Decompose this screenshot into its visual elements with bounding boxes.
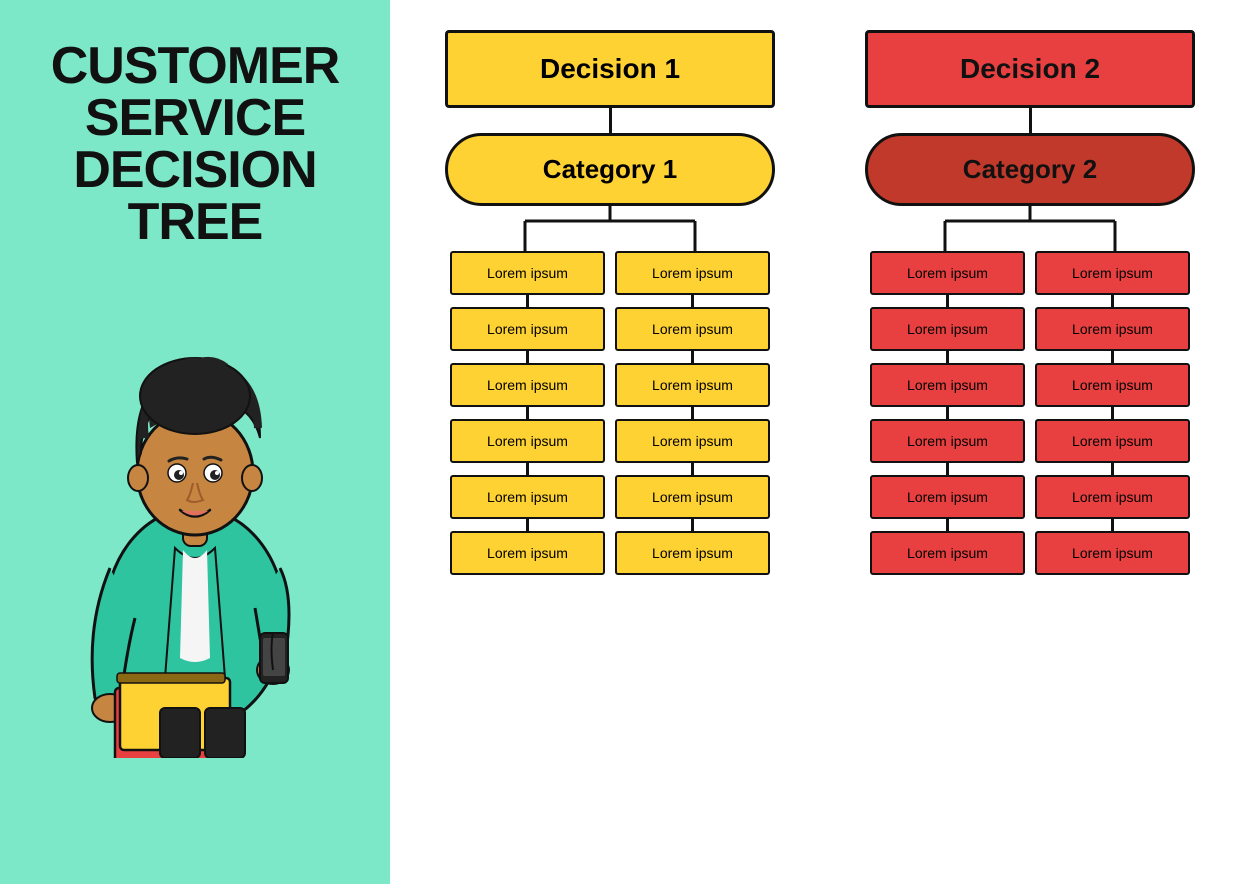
list-item: Lorem ipsum <box>870 531 1025 575</box>
item-connector <box>1111 351 1114 363</box>
item-connector <box>691 295 694 307</box>
item-connector <box>1111 407 1114 419</box>
left-panel: CUSTOMER SERVICE DECISION TREE <box>0 0 390 884</box>
list-item: Lorem ipsum <box>615 531 770 575</box>
list-item: Lorem ipsum <box>450 307 605 351</box>
list-item: Lorem ipsum <box>1035 307 1190 351</box>
list-item: Lorem ipsum <box>450 419 605 463</box>
item-connector <box>526 463 529 475</box>
list-item: Lorem ipsum <box>615 475 770 519</box>
item-connector <box>946 295 949 307</box>
main-title: CUSTOMER SERVICE DECISION TREE <box>21 40 370 248</box>
list-item: Lorem ipsum <box>1035 531 1190 575</box>
list-item: Lorem ipsum <box>450 363 605 407</box>
item-connector <box>1111 463 1114 475</box>
list-item: Lorem ipsum <box>615 419 770 463</box>
decision2-subcol2: Lorem ipsum Lorem ipsum Lorem ipsum Lorem i… <box>1035 251 1190 575</box>
item-connector <box>946 407 949 419</box>
item-connector <box>1111 295 1114 307</box>
list-item: Lorem ipsum <box>450 475 605 519</box>
item-connector <box>691 519 694 531</box>
item-connector <box>526 351 529 363</box>
list-item: Lorem ipsum <box>870 475 1025 519</box>
list-item: Lorem ipsum <box>1035 363 1190 407</box>
tree-panel: Decision 1 Category 1 Lore <box>390 0 1250 884</box>
list-item: Lorem ipsum <box>870 307 1025 351</box>
list-item: Lorem ipsum <box>615 307 770 351</box>
list-item: Lorem ipsum <box>1035 475 1190 519</box>
decision2-box: Decision 2 <box>865 30 1195 108</box>
item-connector <box>526 295 529 307</box>
item-connector <box>1111 519 1114 531</box>
list-item: Lorem ipsum <box>450 251 605 295</box>
list-item: Lorem ipsum <box>615 363 770 407</box>
list-item: Lorem ipsum <box>1035 419 1190 463</box>
branch2-svg <box>870 206 1190 251</box>
decision2-column: Decision 2 Category 2 Lorem ipsumLorem i… <box>830 30 1230 864</box>
item-connector <box>691 407 694 419</box>
list-item: Lorem ipsum <box>1035 251 1190 295</box>
decision1-column: Decision 1 Category 1 Lore <box>410 30 810 864</box>
item-connector <box>526 407 529 419</box>
list-item: Lorem ipsum <box>615 251 770 295</box>
list-item: Lorem ipsum <box>450 531 605 575</box>
branch1-svg <box>450 206 770 251</box>
character-illustration <box>45 278 345 758</box>
list-item: Lorem ipsum <box>870 251 1025 295</box>
category2-pill: Category 2 <box>865 133 1195 206</box>
list-item: Lorem ipsum <box>870 363 1025 407</box>
list-item: Lorem ipsum <box>870 419 1025 463</box>
item-connector <box>691 351 694 363</box>
item-connector <box>946 351 949 363</box>
decision1-subcol2: Lorem ipsum Lorem ipsum Lorem ipsum Lorem i… <box>615 251 770 575</box>
item-connector <box>526 519 529 531</box>
decision1-box: Decision 1 <box>445 30 775 108</box>
item-connector <box>946 519 949 531</box>
decision1-subcol1: Lorem ipsum Lorem ipsum Lorem ipsum Lorem i… <box>450 251 605 575</box>
decision2-subcol1: Lorem ipsum Lorem ipsum Lorem ipsum Lorem i… <box>870 251 1025 575</box>
item-connector <box>691 463 694 475</box>
category1-pill: Category 1 <box>445 133 775 206</box>
item-connector <box>946 463 949 475</box>
